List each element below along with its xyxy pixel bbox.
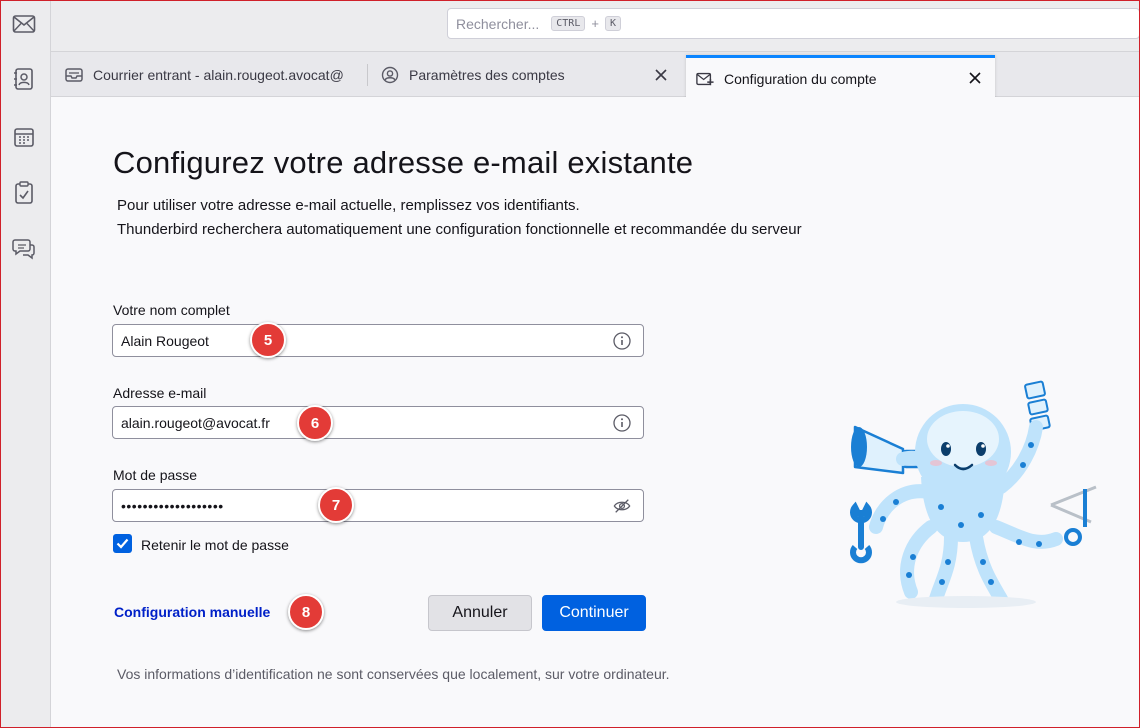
email-value: alain.rougeot@avocat.fr — [121, 414, 270, 431]
inbox-icon — [65, 66, 83, 84]
account-setup-page: Configurez votre adresse e-mail existant… — [51, 97, 1140, 728]
page-title: Configurez votre adresse e-mail existant… — [113, 145, 694, 180]
octopus-illustration — [850, 380, 1097, 608]
checkmark-icon — [116, 538, 129, 549]
description-line-2: Thunderbird recherchera automatiquement … — [117, 221, 802, 238]
tab-account-setup[interactable]: Configuration du compte — [686, 55, 995, 99]
search-input[interactable]: Rechercher... CTRL + K — [447, 8, 1140, 39]
tab-inbox-label: Courrier entrant - alain.rougeot.avocat@ — [93, 67, 344, 83]
privacy-note: Vos informations d’identification ne son… — [117, 666, 670, 682]
tab-separator — [367, 64, 368, 86]
password-label: Mot de passe — [113, 467, 198, 483]
address-book-icon[interactable] — [9, 64, 39, 94]
shortcut-key-ctrl: CTRL — [551, 16, 586, 31]
info-icon[interactable] — [613, 332, 631, 350]
description-line-1: Pour utiliser votre adresse e-mail actue… — [117, 197, 580, 214]
email-field[interactable]: alain.rougeot@avocat.fr — [112, 406, 644, 439]
full-name-value: Alain Rougeot — [121, 332, 209, 349]
tab-account-setup-label: Configuration du compte — [724, 70, 877, 87]
name-label: Votre nom complet — [113, 302, 230, 318]
remember-password-label[interactable]: Retenir le mot de passe — [141, 537, 289, 553]
search-placeholder: Rechercher... — [456, 15, 540, 32]
shortcut-plus: + — [591, 16, 599, 31]
account-setup-icon — [696, 70, 714, 88]
top-bar: Rechercher... CTRL + K — [51, 0, 1140, 51]
chat-icon[interactable] — [9, 234, 39, 264]
step-marker-7: 7 — [318, 487, 354, 523]
info-icon[interactable] — [613, 414, 631, 432]
step-marker-5: 5 — [250, 322, 286, 358]
tab-inbox[interactable]: Courrier entrant - alain.rougeot.avocat@ — [65, 52, 355, 98]
cancel-button[interactable]: Annuler — [428, 595, 532, 631]
step-marker-6: 6 — [297, 405, 333, 441]
password-value: ••••••••••••••••••• — [121, 497, 224, 514]
step-marker-8: 8 — [288, 594, 324, 630]
mail-icon[interactable] — [9, 9, 39, 39]
email-label: Adresse e-mail — [113, 385, 207, 401]
tab-account-settings[interactable]: Paramètres des comptes — [381, 52, 681, 98]
close-icon[interactable] — [651, 65, 671, 85]
account-settings-icon — [381, 66, 399, 84]
spaces-toolbar — [0, 0, 51, 728]
tasks-icon[interactable] — [9, 178, 39, 208]
full-name-field[interactable]: Alain Rougeot — [112, 324, 644, 357]
calendar-icon[interactable] — [9, 122, 39, 152]
remember-password-checkbox[interactable] — [113, 534, 132, 553]
tab-bar: Courrier entrant - alain.rougeot.avocat@… — [51, 51, 1140, 99]
tab-account-settings-label: Paramètres des comptes — [409, 67, 565, 83]
close-icon[interactable] — [965, 68, 985, 88]
eye-slash-icon[interactable] — [613, 497, 631, 515]
continue-button[interactable]: Continuer — [542, 595, 646, 631]
manual-config-link[interactable]: Configuration manuelle — [114, 604, 270, 620]
password-field[interactable]: ••••••••••••••••••• — [112, 489, 644, 522]
shortcut-key-k: K — [604, 16, 621, 31]
